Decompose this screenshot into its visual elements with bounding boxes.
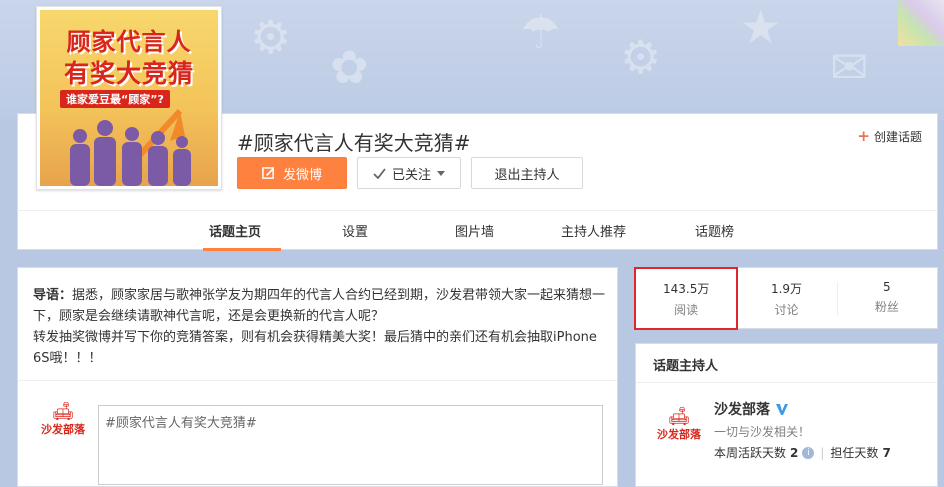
decor-shape-icon: ⚙ xyxy=(620,30,662,84)
create-topic-link[interactable]: + 创建话题 xyxy=(857,127,922,145)
host-avatar[interactable]: 🛋 沙发部落 xyxy=(656,408,702,444)
stat-discussions-label: 讨论 xyxy=(774,303,799,317)
tenure-value: 7 xyxy=(882,445,891,460)
decor-shape-icon: ✿ xyxy=(330,40,369,94)
decor-shape-icon: ✉ xyxy=(830,40,869,94)
decor-shape-icon: ⚙ xyxy=(250,10,292,64)
host-section-title: 话题主持人 xyxy=(653,359,719,374)
decor-shape-icon: ☂ xyxy=(520,5,562,59)
tenure-label: 担任天数 xyxy=(830,446,879,460)
cover-text-line1: 顾家代言人 xyxy=(66,28,192,56)
post-button-label: 发微博 xyxy=(282,167,322,183)
tab-photo-wall[interactable]: 图片墙 xyxy=(455,221,494,240)
exit-host-button[interactable]: 退出主持人 xyxy=(471,157,583,189)
intro-card: 导语：据悉，顾家家居与歌神张学友为期四年的代言人合约已经到期，沙发君带领大家一起… xyxy=(17,267,618,487)
weekly-active-value: 2 xyxy=(790,445,799,460)
divider xyxy=(636,382,937,383)
follow-dropdown-button[interactable]: 已关注 xyxy=(357,157,461,189)
exit-host-label: 退出主持人 xyxy=(494,167,560,183)
intro-text: 导语：据悉，顾家家居与歌神张学友为期四年的代言人合约已经到期，沙发君带领大家一起… xyxy=(33,285,608,369)
host-logo-text: 沙发部落 xyxy=(657,428,701,441)
host-meta: 本周活跃天数 2 i | 担任天数 7 xyxy=(714,444,891,461)
decor-shape-icon: ★ xyxy=(740,0,782,54)
sofa-logo-icon: 🛋 xyxy=(667,406,691,427)
topic-tabs: 话题主页 设置 图片墙 主持人推荐 话题榜 xyxy=(17,210,938,251)
intro-paragraph-1: 据悉，顾家家居与歌神张学友为期四年的代言人合约已经到期，沙发君带领大家一起来猜想… xyxy=(33,288,606,324)
corner-fold-decoration xyxy=(898,0,944,46)
verified-v-icon xyxy=(776,404,788,415)
post-composer-input[interactable]: #顾家代言人有奖大竞猜# xyxy=(98,405,603,485)
topic-cover-image: 顾家代言人 有奖大竞猜 谁家爱豆最“顾家”? xyxy=(36,6,222,190)
create-topic-label: 创建话题 xyxy=(873,129,922,144)
stat-fans-label: 粉丝 xyxy=(874,300,899,314)
tab-host-recommend[interactable]: 主持人推荐 xyxy=(561,221,626,240)
reads-highlight-box xyxy=(634,267,738,330)
stat-fans[interactable]: 5 粉丝 xyxy=(836,268,937,328)
separator: | xyxy=(820,445,825,460)
follow-button-label: 已关注 xyxy=(391,167,431,183)
stat-fans-value: 5 xyxy=(883,280,891,294)
caret-down-icon xyxy=(437,170,445,176)
stat-discussions-value: 1.9万 xyxy=(770,282,803,296)
check-icon xyxy=(373,167,386,179)
intro-label: 导语： xyxy=(33,288,73,303)
host-bio: 一切与沙发相关！ xyxy=(714,425,811,439)
intro-paragraph-2: 转发抽奖微博并写下你的竞猜答案，则有机会获得精美大奖！最后猜中的亲们还有机会抽取… xyxy=(33,330,597,366)
tab-topic-ranking[interactable]: 话题榜 xyxy=(695,221,734,240)
composer-logo-text: 沙发部落 xyxy=(41,423,85,436)
active-tab-indicator xyxy=(203,248,281,251)
edit-icon xyxy=(262,166,274,179)
cover-text-line2: 有奖大竞猜 xyxy=(63,59,194,88)
info-icon[interactable]: i xyxy=(802,446,815,459)
topic-title: #顾家代言人有奖大竞猜# xyxy=(237,131,471,155)
tab-settings[interactable]: 设置 xyxy=(342,221,368,240)
composer-avatar: 🛋 沙发部落 xyxy=(38,403,88,443)
weekly-active-label: 本周活跃天数 xyxy=(714,446,787,460)
plus-icon: + xyxy=(857,127,870,145)
stat-discussions[interactable]: 1.9万 讨论 xyxy=(736,268,836,328)
sofa-logo-icon: 🛋 xyxy=(51,401,75,422)
tab-topic-home[interactable]: 话题主页 xyxy=(209,221,261,240)
host-name[interactable]: 沙发部落 xyxy=(714,399,789,419)
divider xyxy=(18,380,617,381)
topic-host-card: 话题主持人 🛋 沙发部落 沙发部落 一切与沙发相关！ 本周活跃天数 2 i | … xyxy=(635,343,938,487)
people-silhouette-icon xyxy=(70,108,191,186)
host-name-label: 沙发部落 xyxy=(714,402,770,418)
post-weibo-button[interactable]: 发微博 xyxy=(237,157,347,189)
